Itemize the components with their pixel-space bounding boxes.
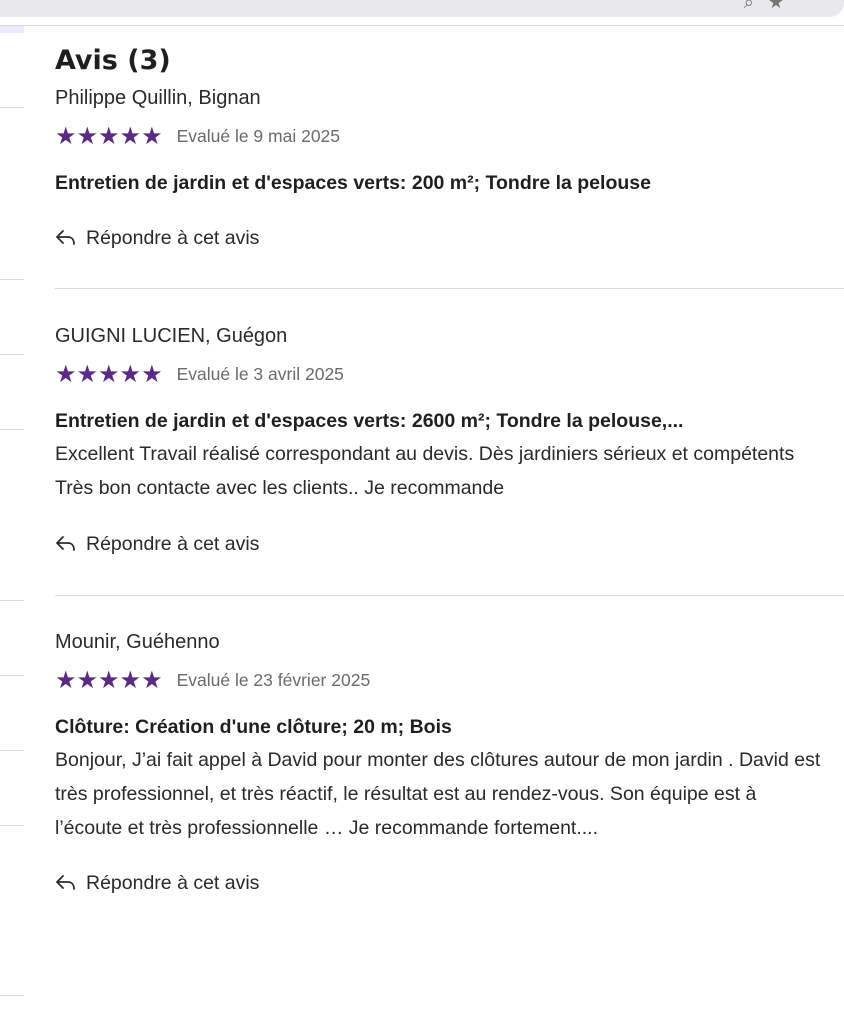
reply-button[interactable]: Répondre à cet avis: [55, 225, 259, 251]
sidebar-divider: [0, 675, 24, 676]
service-description: Clôture: Création d'une clôture; 20 m; B…: [55, 716, 452, 738]
left-sidebar-edge: [0, 26, 24, 1024]
reply-arrow-icon: [56, 536, 75, 551]
reply-button[interactable]: Répondre à cet avis: [55, 870, 259, 896]
review-date: Evalué le 9 mai 2025: [176, 125, 341, 146]
reply-label: Répondre à cet avis: [86, 871, 260, 894]
star-rating-icon: ★★★★★: [55, 122, 163, 150]
reply-label: Répondre à cet avis: [86, 532, 260, 555]
service-description: Entretien de jardin et d'espaces verts: …: [55, 410, 684, 432]
reply-button[interactable]: Répondre à cet avis: [55, 531, 259, 557]
reviews-title: Avis (3): [55, 45, 171, 76]
browser-toolbar: ⌕★: [0, 0, 844, 17]
sidebar-divider: [0, 600, 24, 601]
reply-arrow-icon: [56, 230, 75, 245]
browser-toolbar-icons: ⌕★: [744, 0, 798, 13]
reply-label: Répondre à cet avis: [86, 226, 260, 249]
sidebar-divider: [0, 107, 24, 108]
reviewer-name: Philippe Quillin, Bignan: [55, 87, 261, 109]
star-rating-icon: ★★★★★: [55, 666, 163, 694]
review-comment: Excellent Travail réalisé correspondant …: [55, 443, 795, 499]
sidebar-divider: [0, 429, 24, 430]
star-rating-icon: ★★★★★: [55, 360, 163, 388]
review-divider: [55, 595, 844, 596]
review-item: Mounir, Guéhenno ★★★★★ Evalué le 23 févr…: [55, 629, 844, 845]
sidebar-divider: [0, 750, 24, 751]
sidebar-active-accent: [0, 26, 24, 33]
top-divider: [0, 25, 844, 26]
star-icon[interactable]: ★: [768, 0, 798, 12]
sidebar-divider: [0, 825, 24, 826]
review-item: GUIGNI LUCIEN, Guégon ★★★★★ Evalué le 3 …: [55, 323, 844, 505]
reply-arrow-icon: [56, 875, 75, 890]
review-date: Evalué le 3 avril 2025: [176, 363, 344, 384]
reviewer-name: GUIGNI LUCIEN, Guégon: [55, 325, 288, 347]
sidebar-divider: [0, 354, 24, 355]
service-description: Entretien de jardin et d'espaces verts: …: [55, 172, 651, 194]
review-divider: [55, 288, 844, 289]
review-item: Philippe Quillin, Bignan ★★★★★ Evalué le…: [55, 85, 844, 196]
review-comment: Bonjour, J’ai fait appel à David pour mo…: [55, 749, 821, 839]
reviewer-name: Mounir, Guéhenno: [55, 631, 220, 653]
rating-row: ★★★★★ Evalué le 23 février 2025: [55, 668, 844, 692]
sidebar-divider: [0, 995, 24, 996]
search-icon[interactable]: ⌕: [744, 0, 768, 12]
sidebar-divider: [0, 279, 24, 280]
rating-row: ★★★★★ Evalué le 3 avril 2025: [55, 362, 844, 386]
rating-row: ★★★★★ Evalué le 9 mai 2025: [55, 124, 844, 148]
review-date: Evalué le 23 février 2025: [176, 669, 371, 690]
